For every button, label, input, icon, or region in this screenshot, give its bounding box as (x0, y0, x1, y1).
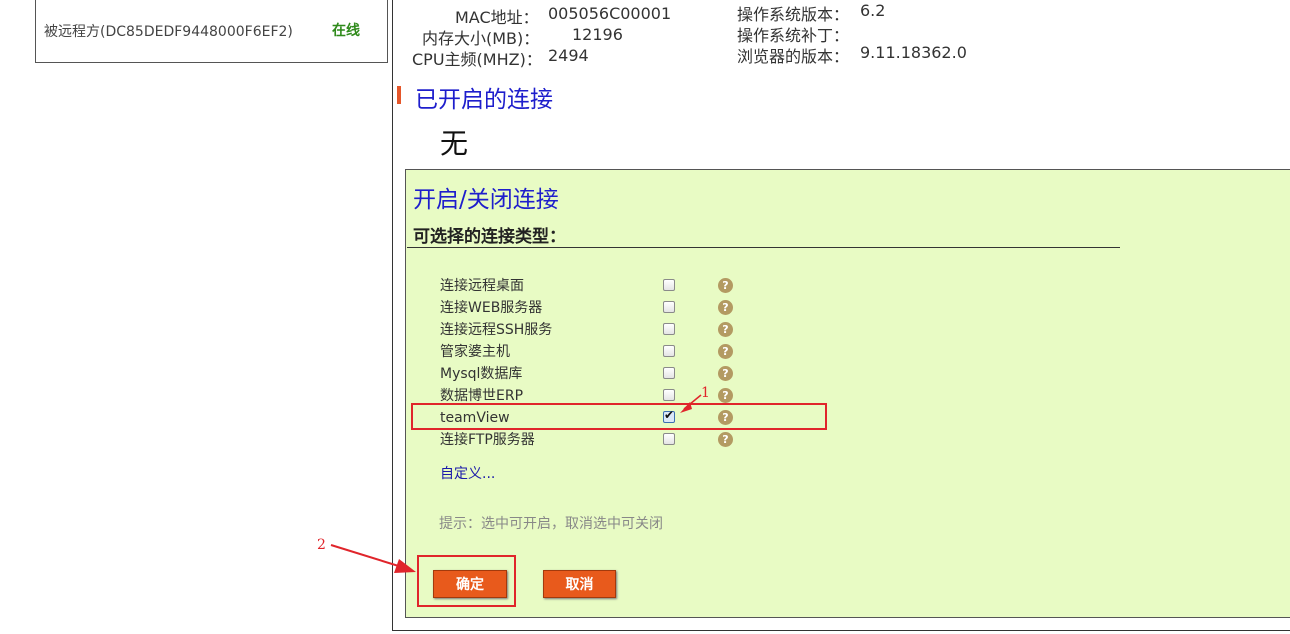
annotation-arrow-2 (330, 544, 416, 573)
annotation-arrows (330, 394, 702, 573)
page-canvas: 被远程方(DC85DEDF9448000F6EF2) 在线 MAC地址： 005… (0, 0, 1290, 634)
annotation-arrow-1 (680, 394, 702, 413)
